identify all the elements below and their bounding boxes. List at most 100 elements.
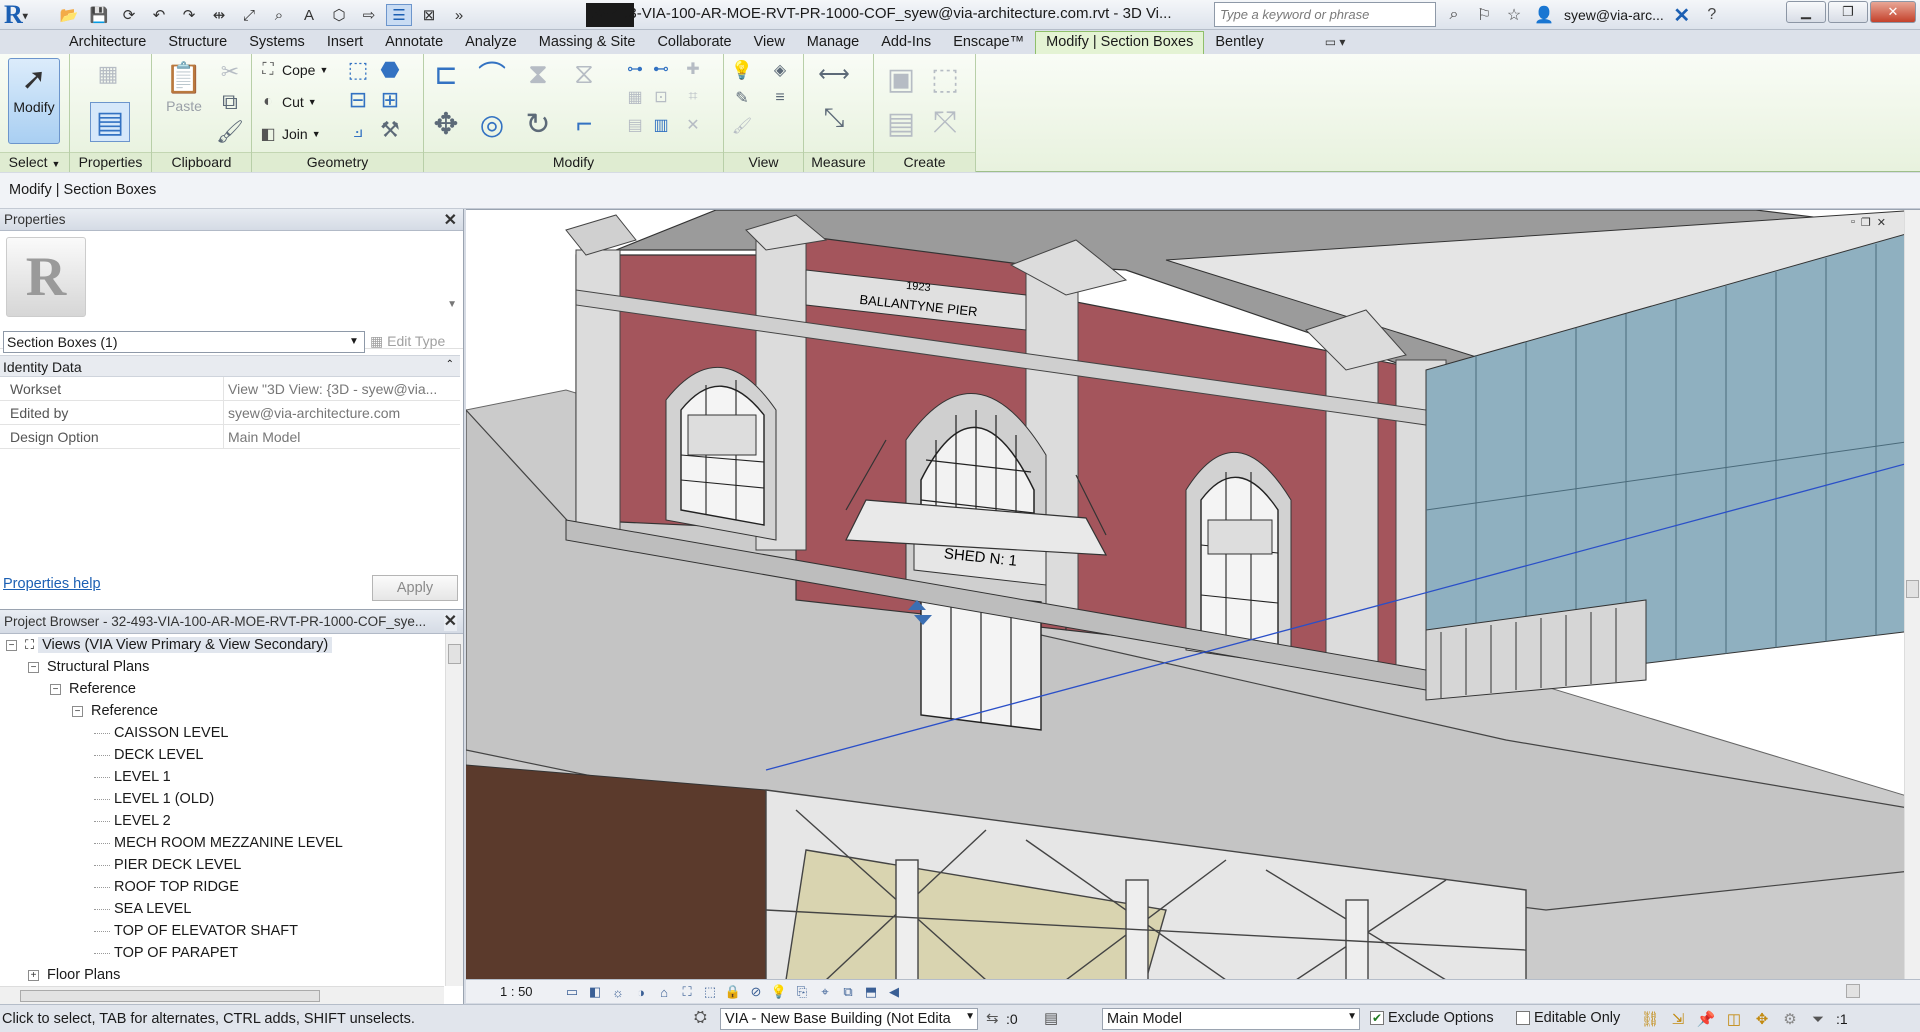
collapse-icon[interactable]: −: [6, 639, 17, 651]
edit-type-button[interactable]: ▦ Edit Type: [370, 333, 445, 350]
scroll-thumb[interactable]: [20, 990, 320, 1002]
scroll-thumb[interactable]: [1846, 984, 1860, 998]
unpin-icon[interactable]: ▥: [650, 114, 672, 136]
shadows-icon[interactable]: ◑: [631, 982, 651, 1002]
analytical-model-icon[interactable]: ⌖: [815, 982, 835, 1002]
type-selector[interactable]: Section Boxes (1) ▼: [3, 331, 365, 353]
tab-modify-section-boxes[interactable]: Modify | Section Boxes: [1035, 30, 1205, 54]
type-properties-icon[interactable]: ▦: [94, 60, 122, 88]
properties-help-link[interactable]: Properties help: [3, 576, 101, 592]
align-icon[interactable]: ⟓: [344, 116, 372, 144]
highlight-displacement-icon[interactable]: ⧉: [838, 982, 858, 1002]
measure-icon[interactable]: ⇹: [206, 4, 232, 26]
close-hidden-icon[interactable]: ⊠: [416, 4, 442, 26]
tab-insert[interactable]: Insert: [316, 31, 374, 53]
paint-icon[interactable]: ⬣: [376, 56, 404, 84]
match-properties-icon[interactable]: 🖌: [216, 118, 244, 146]
lock-view-icon[interactable]: 🔒: [723, 982, 743, 1002]
split-gap-icon[interactable]: ⊷: [650, 58, 672, 80]
editable-only-checkbox[interactable]: Editable Only: [1516, 1010, 1620, 1026]
editing-requests-icon[interactable]: ⇆: [986, 1009, 999, 1027]
cope-button[interactable]: ⛶ Cope ▼: [258, 60, 328, 80]
offset-icon[interactable]: ⌒: [478, 60, 506, 91]
thin-lines-icon[interactable]: ☰: [386, 4, 412, 26]
align-tool-icon[interactable]: ⊏: [432, 59, 460, 90]
3d-viewport[interactable]: 1923 BALLANTYNE PIER SHED N: 1 ▫ ❐ ✕: [466, 209, 1920, 979]
tree-vertical-scrollbar[interactable]: [445, 634, 463, 986]
section-icon[interactable]: ⇨: [356, 4, 382, 26]
viewport-vertical-scrollbar[interactable]: [1904, 210, 1920, 979]
tab-massing-site[interactable]: Massing & Site: [528, 31, 647, 53]
measure-between-icon[interactable]: ⟷: [812, 60, 856, 88]
autodesk-exchange-icon[interactable]: ✕: [1670, 4, 1694, 27]
tree-node[interactable]: − ⛶ Views (VIA View Primary & View Seconda…: [0, 634, 444, 656]
copy-icon[interactable]: ⧉: [216, 88, 244, 116]
create-assembly-icon[interactable]: ▣: [882, 60, 920, 98]
ribbon-minimize-icon[interactable]: ▭ ▾: [1325, 35, 1346, 49]
tree-node[interactable]: PIER DECK LEVEL: [0, 854, 444, 876]
properties-palette-icon[interactable]: ▤: [90, 102, 130, 142]
active-workset-select[interactable]: VIA - New Base Building (Not Edita ▼: [720, 1008, 978, 1030]
reveal-hidden-icon[interactable]: 💡: [769, 982, 789, 1002]
property-value[interactable]: Main Model: [224, 425, 460, 448]
pin-icon[interactable]: ▤: [624, 114, 646, 136]
restore-view-icon[interactable]: ❐: [1861, 216, 1871, 229]
trim-extend-icon[interactable]: ⌐: [570, 108, 598, 139]
3d-view-icon[interactable]: ⬡: [326, 4, 352, 26]
design-options-icon[interactable]: ▤: [1044, 1009, 1058, 1027]
join-button[interactable]: ◧ Join ▼: [258, 124, 320, 144]
line-weights-icon[interactable]: ≡: [768, 86, 792, 110]
crop-view-icon[interactable]: ⛶: [677, 982, 697, 1002]
collapse-icon[interactable]: −: [28, 661, 39, 673]
tag-icon[interactable]: ⌕: [266, 4, 292, 26]
mirror-draw-icon[interactable]: ⧖: [570, 58, 598, 89]
collapse-icon[interactable]: −: [50, 683, 61, 695]
tree-node[interactable]: LEVEL 1 (OLD): [0, 788, 444, 810]
rotate-icon[interactable]: ↻: [524, 108, 552, 141]
cut-geometry-button[interactable]: ◐ Cut ▼: [258, 92, 317, 112]
tree-node[interactable]: LEVEL 1: [0, 766, 444, 788]
worksets-icon[interactable]: ⛭: [694, 1009, 707, 1027]
save-icon[interactable]: 💾: [86, 4, 112, 26]
tree-node[interactable]: ROOF TOP RIDGE: [0, 876, 444, 898]
split-icon[interactable]: ⊶: [624, 58, 646, 80]
cut-scissors-icon[interactable]: ✂: [216, 58, 244, 86]
minimize-button[interactable]: ▁: [1786, 1, 1826, 23]
tree-horizontal-scrollbar[interactable]: [0, 986, 444, 1004]
tab-systems[interactable]: Systems: [238, 31, 316, 53]
redo-icon[interactable]: ↷: [176, 4, 202, 26]
create-parts-icon[interactable]: ⬚: [926, 60, 964, 98]
temporary-view-properties-icon[interactable]: ⎘: [792, 982, 812, 1002]
view-scale[interactable]: 1 : 50: [500, 984, 533, 999]
detail-level-icon[interactable]: ▭: [562, 982, 582, 1002]
select-underlay-icon[interactable]: ⇲: [1668, 1009, 1688, 1029]
tab-analyze[interactable]: Analyze: [454, 31, 528, 53]
sun-path-icon[interactable]: ☼: [608, 982, 628, 1002]
more-icon[interactable]: »: [446, 4, 472, 26]
tree-node[interactable]: MECH ROOM MEZZANINE LEVEL: [0, 832, 444, 854]
favorites-star-icon[interactable]: ☆: [1502, 4, 1526, 26]
select-pinned-icon[interactable]: 📌: [1696, 1009, 1716, 1029]
tab-view[interactable]: View: [743, 31, 796, 53]
override-graphics-icon[interactable]: ◈: [768, 58, 792, 82]
property-value[interactable]: syew@via-architecture.com: [224, 401, 460, 424]
restore-button[interactable]: ❐: [1828, 1, 1868, 23]
split-face-icon[interactable]: ⬚: [344, 56, 372, 84]
close-icon[interactable]: ✕: [443, 611, 457, 631]
scroll-thumb[interactable]: [1906, 580, 1919, 598]
subscription-icon[interactable]: ⚐: [1472, 4, 1496, 26]
array-icon[interactable]: ▦: [624, 86, 646, 108]
hammer-icon[interactable]: ⚒: [376, 116, 404, 144]
visual-style-icon[interactable]: ◧: [585, 982, 605, 1002]
viewport-horizontal-scrollbar[interactable]: [1246, 984, 1886, 998]
tree-node[interactable]: LEVEL 2: [0, 810, 444, 832]
temporary-hide-icon[interactable]: ⊘: [746, 982, 766, 1002]
text-icon[interactable]: A: [296, 4, 322, 26]
chevron-down-icon[interactable]: ▼: [447, 299, 457, 310]
select-by-face-icon[interactable]: ◫: [1724, 1009, 1744, 1029]
minimize-view-icon[interactable]: ▫: [1851, 216, 1855, 229]
close-icon[interactable]: ✕: [444, 210, 457, 230]
trim-single-icon[interactable]: ✚: [682, 58, 704, 80]
render-icon[interactable]: ⌂: [654, 982, 674, 1002]
tab-annotate[interactable]: Annotate: [374, 31, 454, 53]
